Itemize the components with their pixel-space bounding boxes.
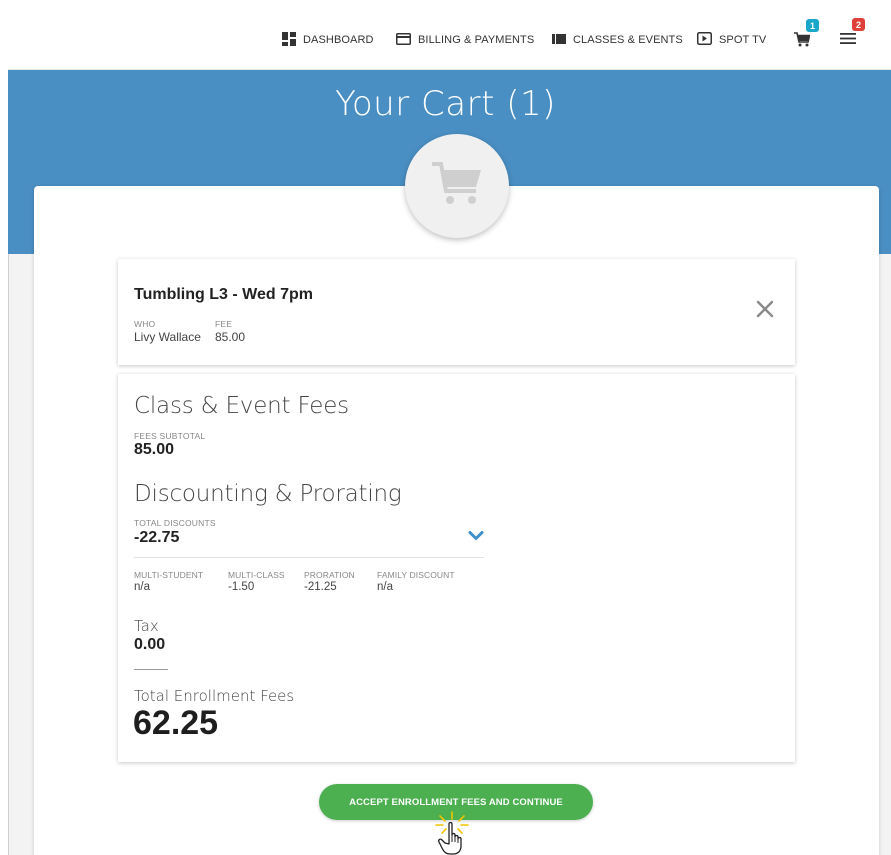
who-value: Livy Wallace xyxy=(134,330,201,344)
tax-label: Tax xyxy=(134,617,159,635)
tax-divider xyxy=(134,669,168,670)
dashboard-icon xyxy=(282,31,296,49)
fees-subtotal-value: 85.00 xyxy=(134,441,175,458)
nav-billing-payments[interactable]: BILLING & PAYMENTS xyxy=(396,31,534,49)
proration-label: PRORATION xyxy=(304,570,355,580)
credit-card-icon xyxy=(396,32,411,48)
nav-classes-events[interactable]: CLASSES & EVENTS xyxy=(552,31,683,49)
cart-nav-button[interactable]: 1 xyxy=(794,19,819,51)
nav-spot-tv-label: SPOT TV xyxy=(719,34,767,46)
nav-billing-label: BILLING & PAYMENTS xyxy=(418,34,535,46)
play-icon xyxy=(697,32,712,48)
multi-class-label: MULTI-CLASS xyxy=(228,570,285,580)
expand-discounts-toggle[interactable] xyxy=(468,529,484,541)
multi-student-value: n/a xyxy=(134,581,150,593)
page-title: Your Cart (1) xyxy=(335,84,556,124)
nav-spot-tv[interactable]: SPOT TV xyxy=(697,31,766,49)
top-navigation: DASHBOARD BILLING & PAYMENTS CLASSES & E… xyxy=(8,0,891,70)
total-discounts-value: -22.75 xyxy=(134,529,180,546)
menu-badge: 2 xyxy=(852,18,865,31)
nav-classes-label: CLASSES & EVENTS xyxy=(573,34,683,46)
discount-divider xyxy=(134,557,484,558)
who-label: WHO xyxy=(134,319,156,329)
remove-item-button[interactable] xyxy=(755,299,775,319)
family-discount-label: FAMILY DISCOUNT xyxy=(377,570,455,580)
total-enrollment-value: 62.25 xyxy=(133,704,219,742)
fee-value: 85.00 xyxy=(215,330,246,344)
shopping-cart-icon xyxy=(430,161,484,212)
hand-cursor-icon xyxy=(432,808,472,855)
hamburger-menu-icon xyxy=(840,32,856,49)
close-icon xyxy=(755,300,775,323)
fee-label: FEE xyxy=(215,319,233,329)
cart-avatar xyxy=(405,134,509,238)
multi-student-label: MULTI-STUDENT xyxy=(134,570,204,580)
total-discounts-label: TOTAL DISCOUNTS xyxy=(134,518,216,528)
cart-item-title: Tumbling L3 - Wed 7pm xyxy=(134,286,313,303)
classes-icon xyxy=(552,33,566,48)
proration-value: -21.25 xyxy=(304,581,337,593)
tax-value: 0.00 xyxy=(134,636,166,653)
nav-dashboard[interactable]: DASHBOARD xyxy=(282,31,374,49)
nav-dashboard-label: DASHBOARD xyxy=(303,34,374,46)
fees-subtotal-label: FEES SUBTOTAL xyxy=(134,431,206,441)
cart-icon xyxy=(794,32,811,51)
chevron-down-icon xyxy=(468,529,484,546)
cart-item: Tumbling L3 - Wed 7pm WHO Livy Wallace F… xyxy=(118,259,795,365)
family-discount-value: n/a xyxy=(377,581,393,593)
discounting-heading: Discounting & Prorating xyxy=(134,481,402,507)
class-fees-heading: Class & Event Fees xyxy=(134,393,349,419)
fees-summary: Class & Event Fees FEES SUBTOTAL 85.00 D… xyxy=(118,374,795,762)
menu-button[interactable]: 2 xyxy=(840,18,865,49)
multi-class-value: -1.50 xyxy=(228,581,255,593)
total-enrollment-label: Total Enrollment Fees xyxy=(134,687,295,705)
cart-badge: 1 xyxy=(806,19,819,32)
